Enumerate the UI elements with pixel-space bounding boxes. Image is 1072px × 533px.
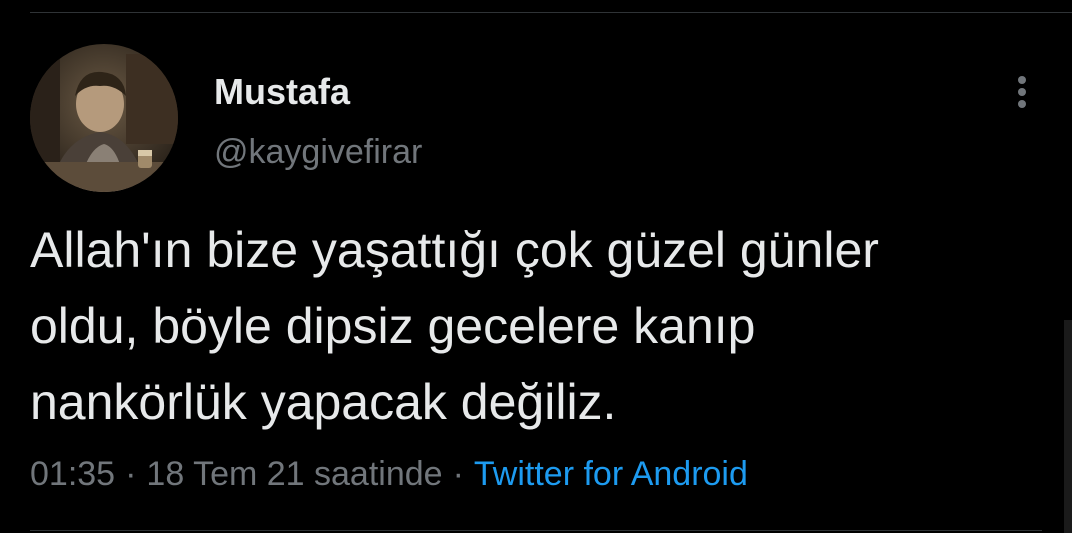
author-display-name[interactable]: Mustafa	[214, 72, 350, 112]
bottom-divider	[30, 530, 1042, 531]
avatar-image	[30, 44, 178, 192]
tweet-meta: 01:35 · 18 Tem 21 saatinde · Twitter for And…	[30, 452, 748, 496]
tweet-source-link[interactable]: Twitter for Android	[474, 455, 748, 493]
top-divider	[30, 12, 1072, 13]
more-vertical-icon[interactable]	[1008, 72, 1036, 112]
meta-separator: ·	[452, 455, 464, 493]
tweet-time[interactable]: 01:35	[30, 455, 115, 493]
tweet-date[interactable]: 18 Tem 21 saatinde	[146, 455, 442, 493]
author-handle[interactable]: @kaygivefirar	[214, 132, 422, 172]
scrollbar[interactable]	[1064, 320, 1072, 533]
avatar[interactable]	[30, 44, 178, 192]
meta-separator: ·	[125, 455, 137, 493]
tweet-text: Allah'ın bize yaşattığı çok güzel günler…	[30, 222, 879, 430]
